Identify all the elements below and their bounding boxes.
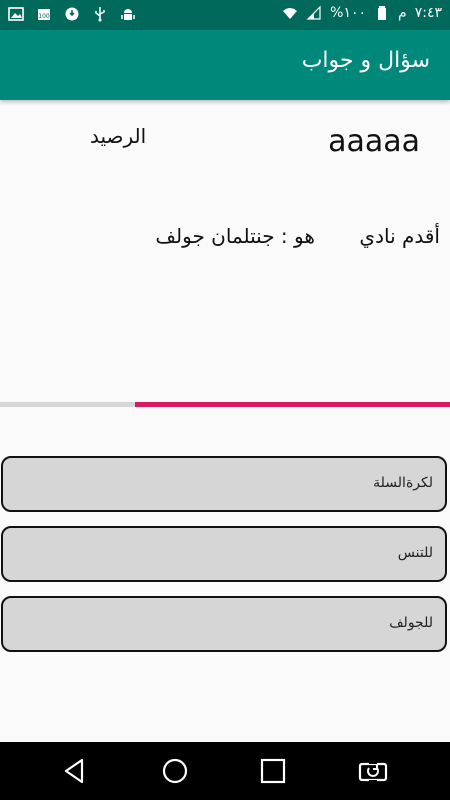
status-right-icons: %١٠٠ م ٧:٤٣ — [282, 5, 442, 21]
status-time: ٧:٤٣ — [414, 5, 442, 21]
battery-icon — [374, 5, 390, 21]
app-title: سؤال و جواب — [301, 48, 430, 73]
progress-fill — [135, 402, 450, 407]
answer-button-3[interactable]: للجولف — [1, 596, 447, 652]
gallery-icon — [8, 6, 24, 22]
status-bar: 100 %١٠٠ م ٧:٤٣ — [0, 0, 450, 30]
home-button[interactable] — [160, 756, 190, 786]
recents-button[interactable] — [258, 756, 288, 786]
answer-button-1[interactable]: لكرةالسلة — [1, 456, 447, 512]
signal-icon — [306, 5, 322, 21]
usb-icon — [92, 6, 108, 22]
data-saver-icon — [64, 6, 80, 22]
navigation-bar — [0, 742, 450, 800]
battery-100-icon: 100 — [36, 6, 52, 22]
rotate-icon — [358, 760, 388, 784]
answer-button-2[interactable]: للتنس — [1, 526, 447, 582]
answer-label-3: للجولف — [389, 615, 433, 631]
back-button[interactable] — [60, 756, 90, 786]
back-icon — [64, 758, 84, 784]
android-debug-icon — [120, 6, 136, 22]
svg-text:100: 100 — [38, 13, 50, 20]
question-text: أقدم نادي هو : جنتلمان جولف — [155, 224, 440, 248]
wifi-icon — [282, 5, 298, 21]
recents-icon — [260, 758, 286, 784]
home-icon — [162, 758, 188, 784]
rotate-button[interactable] — [358, 756, 388, 786]
app-bar: سؤال و جواب — [0, 30, 450, 100]
status-left-icons: 100 — [8, 6, 136, 22]
answer-label-2: للتنس — [397, 545, 433, 561]
battery-percent: %١٠٠ — [330, 5, 367, 21]
progress-bar — [0, 402, 450, 407]
score-value: aaaaa — [328, 124, 420, 159]
answer-label-1: لكرةالسلة — [373, 475, 433, 491]
balance-label: الرصيد — [90, 124, 147, 148]
status-ampm: م — [398, 5, 407, 21]
